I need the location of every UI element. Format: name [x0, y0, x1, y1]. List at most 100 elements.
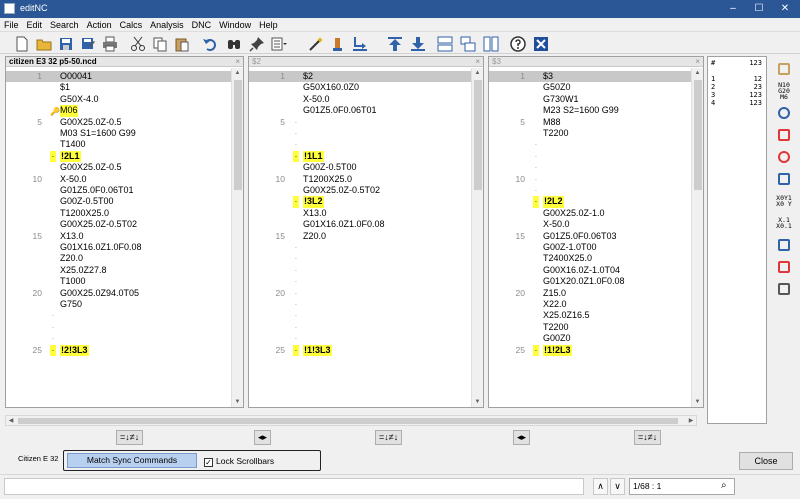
save-as-icon[interactable] [79, 35, 96, 52]
code-line[interactable]: 15 Z20.0 [249, 231, 471, 242]
code-line[interactable]: 15 X13.0 [6, 231, 231, 242]
find-icon[interactable] [225, 35, 242, 52]
menu-search[interactable]: Search [46, 18, 83, 32]
pin-icon[interactable] [248, 35, 265, 52]
editor-panel-3[interactable]: $3 × 1 $3 G50Z0 G730W1 M23 S2=1600 G99 5 M88 T2… [488, 56, 704, 408]
code-line[interactable]: · [249, 333, 471, 344]
code-line[interactable]: 5 · [249, 117, 471, 128]
scroll-down-icon[interactable]: ▼ [232, 397, 243, 407]
code-line[interactable]: Z20.0 [6, 253, 231, 264]
nav-up-button[interactable]: ∧ [593, 478, 608, 495]
lock-scrollbars-checkbox[interactable]: ✓ [204, 458, 213, 467]
code-line[interactable]: · !1L1 [249, 150, 471, 163]
panel-3-vscrollbar[interactable]: ▲ ▼ [691, 68, 703, 407]
arrow-up-icon[interactable] [386, 35, 403, 52]
new-file-icon[interactable] [13, 35, 30, 52]
code-line[interactable]: 🔑 M06 [6, 105, 231, 117]
code-line[interactable]: 5 M88 [489, 117, 691, 128]
panel-3-code[interactable]: 1 $3 G50Z0 G730W1 M23 S2=1600 G99 5 M88 T2200 · ·… [489, 68, 691, 407]
code-line[interactable]: G50Z0 [489, 82, 691, 93]
menu-window[interactable]: Window [215, 18, 255, 32]
panel-tab-1[interactable]: citizen E3 32 p5-50.ncd × [6, 57, 243, 67]
scroll-thumb[interactable] [234, 80, 242, 190]
scroll-thumb[interactable] [474, 80, 482, 190]
code-line[interactable]: · !2L2 [489, 196, 691, 208]
code-line[interactable]: G730W1 [489, 94, 691, 105]
code-line[interactable]: · [249, 265, 471, 276]
code-line[interactable]: 5 G00X25.0Z-0.5 [6, 117, 231, 128]
panel-2-vscrollbar[interactable]: ▲ ▼ [471, 68, 483, 407]
close-window-button[interactable]: ✕ [772, 1, 798, 17]
code-line[interactable]: · [489, 162, 691, 173]
code-line[interactable]: G00Z-1.0T00 [489, 242, 691, 253]
scroll-down-icon[interactable]: ▼ [472, 397, 483, 407]
code-line[interactable]: T1000 [6, 276, 231, 287]
editor-panel-2[interactable]: $2 × 1 $2 G50X160.0Z0 X-50.0 G01Z5.0F0.06T01… [248, 56, 484, 408]
code-line[interactable]: G00X25.0Z-0.5T02 [249, 185, 471, 196]
code-line[interactable]: 10 X-50.0 [6, 174, 231, 185]
tile-horizontal-icon[interactable] [436, 35, 453, 52]
code-line[interactable]: · [6, 310, 231, 321]
code-line[interactable]: · [249, 299, 471, 310]
code-line[interactable]: X13.0 [249, 208, 471, 219]
lock-scrollbars-option[interactable]: ✓ Lock Scrollbars [204, 454, 274, 468]
machine-icon[interactable] [772, 280, 796, 298]
menu-edit[interactable]: Edit [23, 18, 47, 32]
code-line[interactable]: X-50.0 [489, 219, 691, 230]
position-field[interactable]: 1/68 : 1 [629, 478, 735, 495]
shared-hscrollbar[interactable]: ◀ ▶ [5, 415, 697, 426]
paste-icon[interactable] [173, 35, 190, 52]
code-line[interactable]: G750 [6, 299, 231, 310]
tile-vertical-icon[interactable] [482, 35, 499, 52]
code-line[interactable]: G01X20.0Z1.0F0.08 [489, 276, 691, 287]
ruler-icon[interactable] [772, 258, 796, 276]
code-line[interactable]: · [489, 151, 691, 162]
maximize-button[interactable]: ☐ [746, 1, 772, 17]
folder-machine-icon[interactable] [772, 60, 796, 78]
grid-points-icon[interactable] [772, 170, 796, 188]
panel-2-close-icon[interactable]: × [475, 57, 480, 67]
code-line[interactable]: X-50.0 [249, 94, 471, 105]
code-line[interactable]: T2200 [489, 128, 691, 139]
code-line[interactable]: 20 G00X25.0Z94.0T05 [6, 288, 231, 299]
compare-sync-button-3[interactable]: =↓≠↓ [634, 430, 662, 445]
code-line[interactable]: 25 · !1!2L3 [489, 344, 691, 356]
code-line[interactable]: · [249, 139, 471, 150]
panel-tab-2[interactable]: $2 × [249, 57, 483, 67]
search-icon[interactable]: ⌕ [721, 480, 727, 491]
code-line[interactable]: 1 O00041 [6, 71, 231, 83]
menu-help[interactable]: Help [255, 18, 282, 32]
code-line[interactable]: G01X16.0Z1.0F0.08 [249, 219, 471, 230]
undo-icon[interactable] [201, 35, 218, 52]
nav-down-button[interactable]: ∨ [610, 478, 625, 495]
code-line[interactable]: · !2L1 [6, 150, 231, 163]
code-line[interactable]: G00Z0 [489, 333, 691, 344]
arrow-down-icon[interactable] [409, 35, 426, 52]
code-line[interactable]: · [6, 333, 231, 344]
code-line[interactable]: 15 G01Z5.0F0.06T03 [489, 231, 691, 242]
points-icon[interactable] [772, 126, 796, 144]
scroll-up-icon[interactable]: ▲ [472, 68, 483, 78]
scroll-thumb[interactable] [694, 80, 702, 190]
list-dropdown-icon[interactable] [270, 35, 287, 52]
panel-3-close-icon[interactable]: × [695, 57, 700, 67]
code-line[interactable]: 20 · [249, 288, 471, 299]
code-line[interactable]: G00X16.0Z-1.0T04 [489, 265, 691, 276]
code-line[interactable]: G50X-4.0 [6, 94, 231, 105]
menu-analysis[interactable]: Analysis [146, 18, 188, 32]
menu-file[interactable]: File [0, 18, 23, 32]
code-line[interactable]: G01Z5.0F0.06T01 [249, 105, 471, 116]
code-line[interactable]: 10 · [489, 174, 691, 185]
link-panels-button-2[interactable]: ◂▸ [513, 430, 531, 445]
scroll-right-icon[interactable]: ▶ [686, 416, 696, 426]
info-icon[interactable] [772, 236, 796, 254]
copy-icon[interactable] [151, 35, 168, 52]
code-line[interactable]: · [489, 185, 691, 196]
save-icon[interactable] [57, 35, 74, 52]
code-line[interactable]: G00X25.0Z-0.5T02 [6, 219, 231, 230]
tool-path-icon[interactable] [772, 104, 796, 122]
editor-panel-1[interactable]: citizen E3 32 p5-50.ncd × 1 O00041 $1 G50X-… [5, 56, 244, 408]
code-line[interactable]: G01X16.0Z1.0F0.08 [6, 242, 231, 253]
circle-points-icon[interactable] [772, 148, 796, 166]
code-line[interactable]: · !3L2 [249, 196, 471, 208]
